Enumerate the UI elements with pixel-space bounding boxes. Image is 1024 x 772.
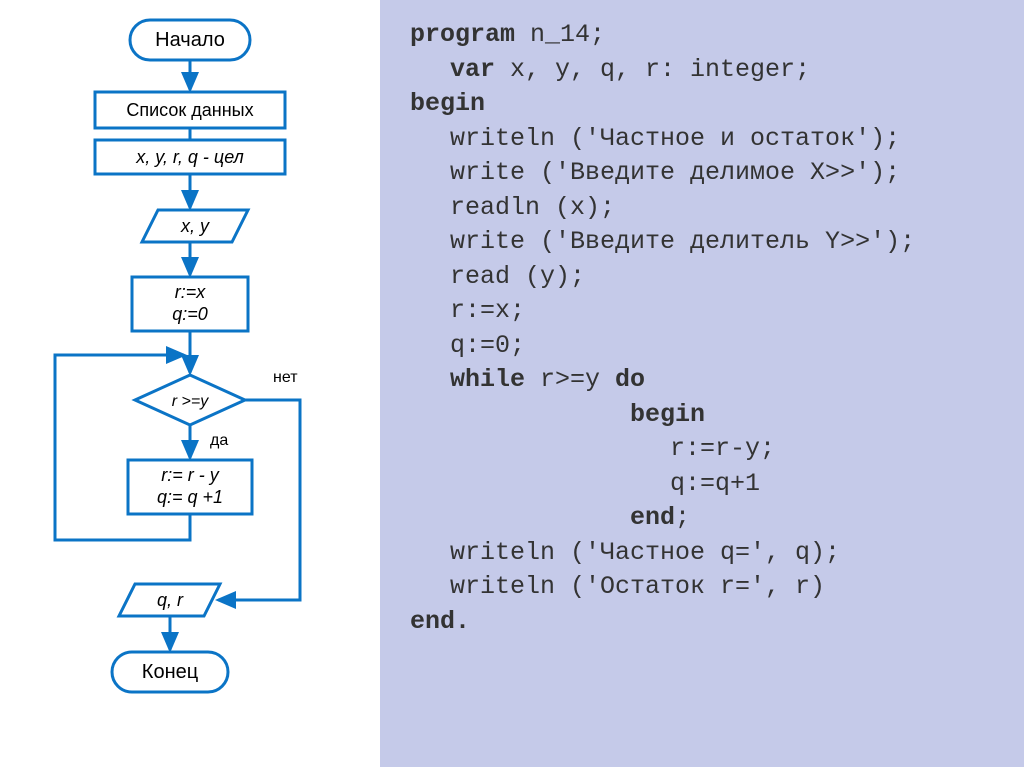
code-line: var x, y, q, r: integer; bbox=[410, 53, 1014, 88]
node-body: r:= r - y q:= q +1 bbox=[128, 460, 252, 514]
code-line: write ('Введите делитель Y>>'); bbox=[410, 225, 1014, 260]
kw-var: var bbox=[450, 55, 495, 84]
page: Начало Список данных x, y, r, q - цел x,… bbox=[0, 0, 1024, 767]
code-text: n_14; bbox=[515, 20, 605, 49]
kw-begin: begin bbox=[410, 89, 485, 118]
code-line: q:=0; bbox=[410, 329, 1014, 364]
flowchart-panel: Начало Список данных x, y, r, q - цел x,… bbox=[0, 0, 380, 767]
kw-begin-inner: begin bbox=[410, 398, 705, 433]
code-line: r:=r-y; bbox=[410, 432, 1014, 467]
code-panel: program n_14; var x, y, q, r: integer; b… bbox=[380, 0, 1024, 767]
datalist-title: Список данных bbox=[126, 100, 253, 120]
code-line: writeln ('Частное и остаток'); bbox=[410, 122, 1014, 157]
start-label: Начало bbox=[155, 29, 225, 51]
code-text: r:=r-y; bbox=[410, 432, 775, 467]
node-end: Конец bbox=[112, 652, 228, 692]
code-line: writeln ('Остаток r=', r) bbox=[410, 570, 1014, 605]
node-input: x, y bbox=[142, 210, 248, 242]
code-text: write ('Введите делитель Y>>'); bbox=[410, 225, 915, 260]
code-text: read (y); bbox=[410, 260, 585, 295]
code-text: q:=0; bbox=[410, 329, 525, 364]
code-text: x, y, q, r: integer; bbox=[495, 55, 810, 84]
code-line: write ('Введите делимое X>>'); bbox=[410, 156, 1014, 191]
node-decision: r >=y bbox=[135, 375, 245, 425]
code-line: end. bbox=[410, 605, 1014, 640]
code-text: ; bbox=[675, 503, 690, 532]
code-line: read (y); bbox=[410, 260, 1014, 295]
kw-program: program bbox=[410, 20, 515, 49]
code-text: r>=y bbox=[525, 365, 615, 394]
code-text: writeln ('Остаток r=', r) bbox=[410, 570, 825, 605]
datalist-vars: x, y, r, q - цел bbox=[135, 147, 244, 167]
kw-do: do bbox=[615, 365, 645, 394]
code-line: begin bbox=[410, 398, 1014, 433]
code-text: readln (x); bbox=[410, 191, 615, 226]
code-line: readln (x); bbox=[410, 191, 1014, 226]
cond-yes: да bbox=[210, 432, 228, 449]
code-line: end; bbox=[410, 501, 1014, 536]
code-line: q:=q+1 bbox=[410, 467, 1014, 502]
code-line: writeln ('Частное q=', q); bbox=[410, 536, 1014, 571]
code-line: r:=x; bbox=[410, 294, 1014, 329]
code-text: writeln ('Частное q=', q); bbox=[410, 536, 840, 571]
init-l1: r:=x bbox=[175, 282, 207, 302]
end-label: Конец bbox=[142, 661, 198, 683]
code-text: writeln ('Частное и остаток'); bbox=[410, 122, 900, 157]
kw-while: while bbox=[450, 365, 525, 394]
input-label: x, y bbox=[180, 216, 210, 236]
flowchart-svg: Начало Список данных x, y, r, q - цел x,… bbox=[0, 0, 380, 767]
code-text: write ('Введите делимое X>>'); bbox=[410, 156, 900, 191]
body-l2: q:= q +1 bbox=[157, 487, 223, 507]
kw-end-inner: end bbox=[630, 503, 675, 532]
code-text: q:=q+1 bbox=[410, 467, 760, 502]
body-l1: r:= r - y bbox=[161, 465, 219, 485]
cond-no: нет bbox=[273, 369, 298, 386]
node-start: Начало bbox=[130, 20, 250, 60]
node-init: r:=x q:=0 bbox=[132, 277, 248, 331]
code-text: r:=x; bbox=[410, 294, 525, 329]
kw-end: end. bbox=[410, 607, 470, 636]
code-line: program n_14; bbox=[410, 18, 1014, 53]
node-output: q, r bbox=[119, 584, 220, 616]
cond-label: r >=y bbox=[172, 393, 209, 410]
code-line: begin bbox=[410, 87, 1014, 122]
output-label: q, r bbox=[157, 590, 184, 610]
code-line: while r>=y do bbox=[410, 363, 1014, 398]
init-l2: q:=0 bbox=[172, 304, 208, 324]
